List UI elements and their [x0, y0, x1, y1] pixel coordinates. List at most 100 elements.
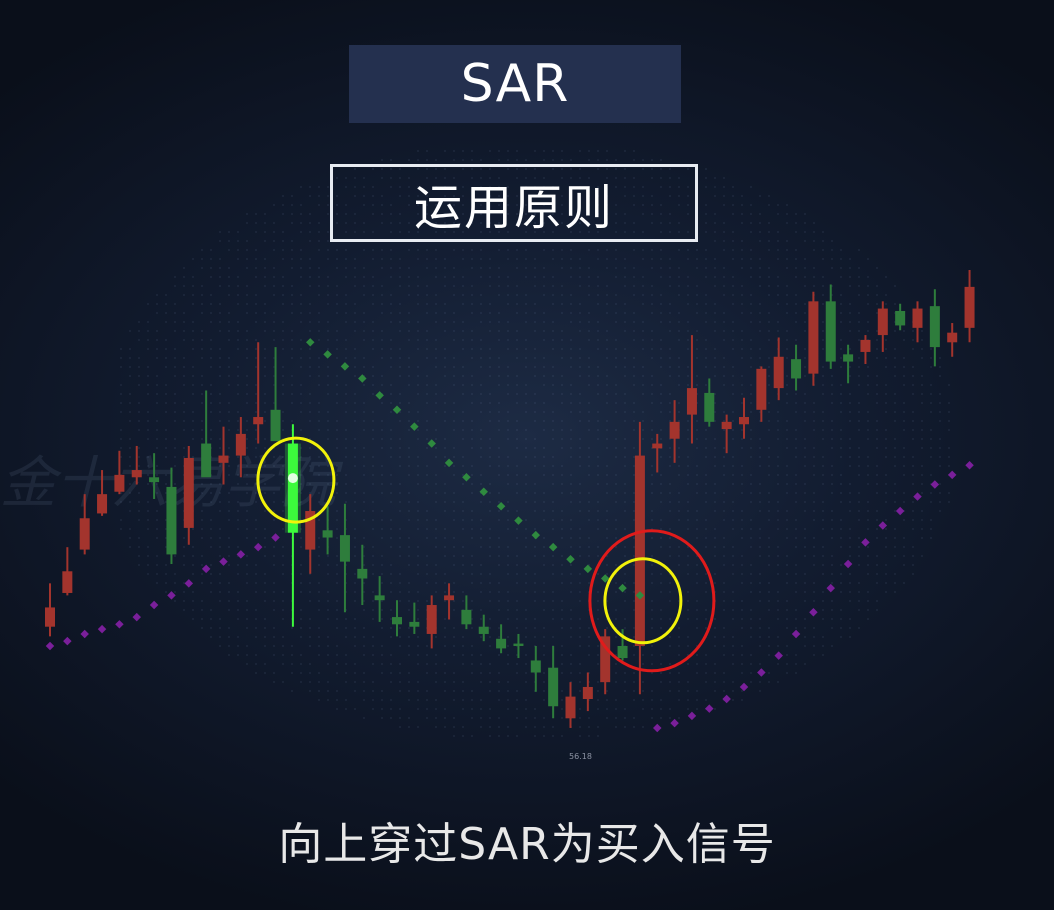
map-dot	[624, 447, 626, 449]
map-dot	[786, 339, 788, 341]
map-dot	[687, 258, 689, 260]
map-dot	[606, 285, 608, 287]
map-dot	[570, 276, 572, 278]
map-dot	[507, 708, 509, 710]
map-dot	[210, 366, 212, 368]
map-dot	[228, 276, 230, 278]
map-dot	[462, 321, 464, 323]
map-dot	[318, 420, 320, 422]
map-dot	[498, 150, 500, 152]
map-dot	[822, 519, 824, 521]
map-dot	[471, 150, 473, 152]
map-dot	[687, 348, 689, 350]
map-dot	[444, 402, 446, 404]
map-dot	[192, 528, 194, 530]
map-dot	[390, 402, 392, 404]
map-dot	[633, 546, 635, 548]
map-dot	[453, 312, 455, 314]
map-dot	[525, 429, 527, 431]
map-dot	[768, 627, 770, 629]
map-dot	[489, 366, 491, 368]
map-dot	[633, 447, 635, 449]
map-dot	[444, 285, 446, 287]
map-dot	[354, 312, 356, 314]
map-dot	[552, 375, 554, 377]
map-dot	[552, 384, 554, 386]
map-dot	[876, 312, 878, 314]
sar-dot	[583, 564, 593, 574]
map-dot	[552, 276, 554, 278]
map-dot	[408, 456, 410, 458]
map-dot	[147, 555, 149, 557]
map-dot	[237, 285, 239, 287]
map-dot	[669, 411, 671, 413]
map-dot	[363, 519, 365, 521]
map-dot	[858, 546, 860, 548]
map-dot	[534, 393, 536, 395]
map-dot	[408, 267, 410, 269]
map-dot	[534, 483, 536, 485]
map-dot	[777, 456, 779, 458]
map-dot	[741, 654, 743, 656]
map-dot	[381, 474, 383, 476]
map-dot	[309, 690, 311, 692]
candle-body	[166, 486, 177, 555]
sar-dot	[479, 487, 488, 496]
map-dot	[165, 312, 167, 314]
map-dot	[552, 510, 554, 512]
map-dot	[246, 213, 248, 215]
map-dot	[939, 492, 941, 494]
map-dot	[597, 609, 599, 611]
map-dot	[237, 321, 239, 323]
map-dot	[237, 546, 239, 548]
map-dot	[444, 411, 446, 413]
candle-body	[374, 595, 385, 601]
map-dot	[885, 546, 887, 548]
map-dot	[741, 348, 743, 350]
map-dot	[246, 600, 248, 602]
map-dot	[471, 573, 473, 575]
map-dot	[795, 618, 797, 620]
map-dot	[471, 267, 473, 269]
map-dot	[381, 348, 383, 350]
map-dot	[309, 411, 311, 413]
map-dot	[876, 429, 878, 431]
map-dot	[651, 303, 653, 305]
map-dot	[759, 555, 761, 557]
map-dot	[228, 285, 230, 287]
map-dot	[237, 591, 239, 593]
map-dot	[516, 285, 518, 287]
map-dot	[642, 285, 644, 287]
map-dot	[255, 366, 257, 368]
map-dot	[660, 519, 662, 521]
map-dot	[912, 348, 914, 350]
map-dot	[381, 537, 383, 539]
map-dot	[363, 357, 365, 359]
map-dot	[597, 411, 599, 413]
map-dot	[579, 357, 581, 359]
candle-body	[149, 477, 160, 483]
map-dot	[300, 294, 302, 296]
map-dot	[705, 312, 707, 314]
map-dot	[723, 474, 725, 476]
map-dot	[741, 195, 743, 197]
map-dot	[786, 294, 788, 296]
map-dot	[813, 222, 815, 224]
sar-dot	[132, 612, 141, 622]
map-dot	[282, 681, 284, 683]
map-dot	[795, 321, 797, 323]
map-dot	[903, 330, 905, 332]
map-dot	[840, 276, 842, 278]
candle-body	[114, 474, 125, 492]
map-dot	[165, 429, 167, 431]
map-dot	[534, 618, 536, 620]
map-dot	[768, 339, 770, 341]
map-dot	[831, 627, 833, 629]
map-dot	[219, 240, 221, 242]
map-dot	[399, 456, 401, 458]
map-dot	[426, 717, 428, 719]
map-dot	[615, 618, 617, 620]
map-dot	[948, 465, 950, 467]
map-dot	[228, 519, 230, 521]
map-dot	[453, 537, 455, 539]
